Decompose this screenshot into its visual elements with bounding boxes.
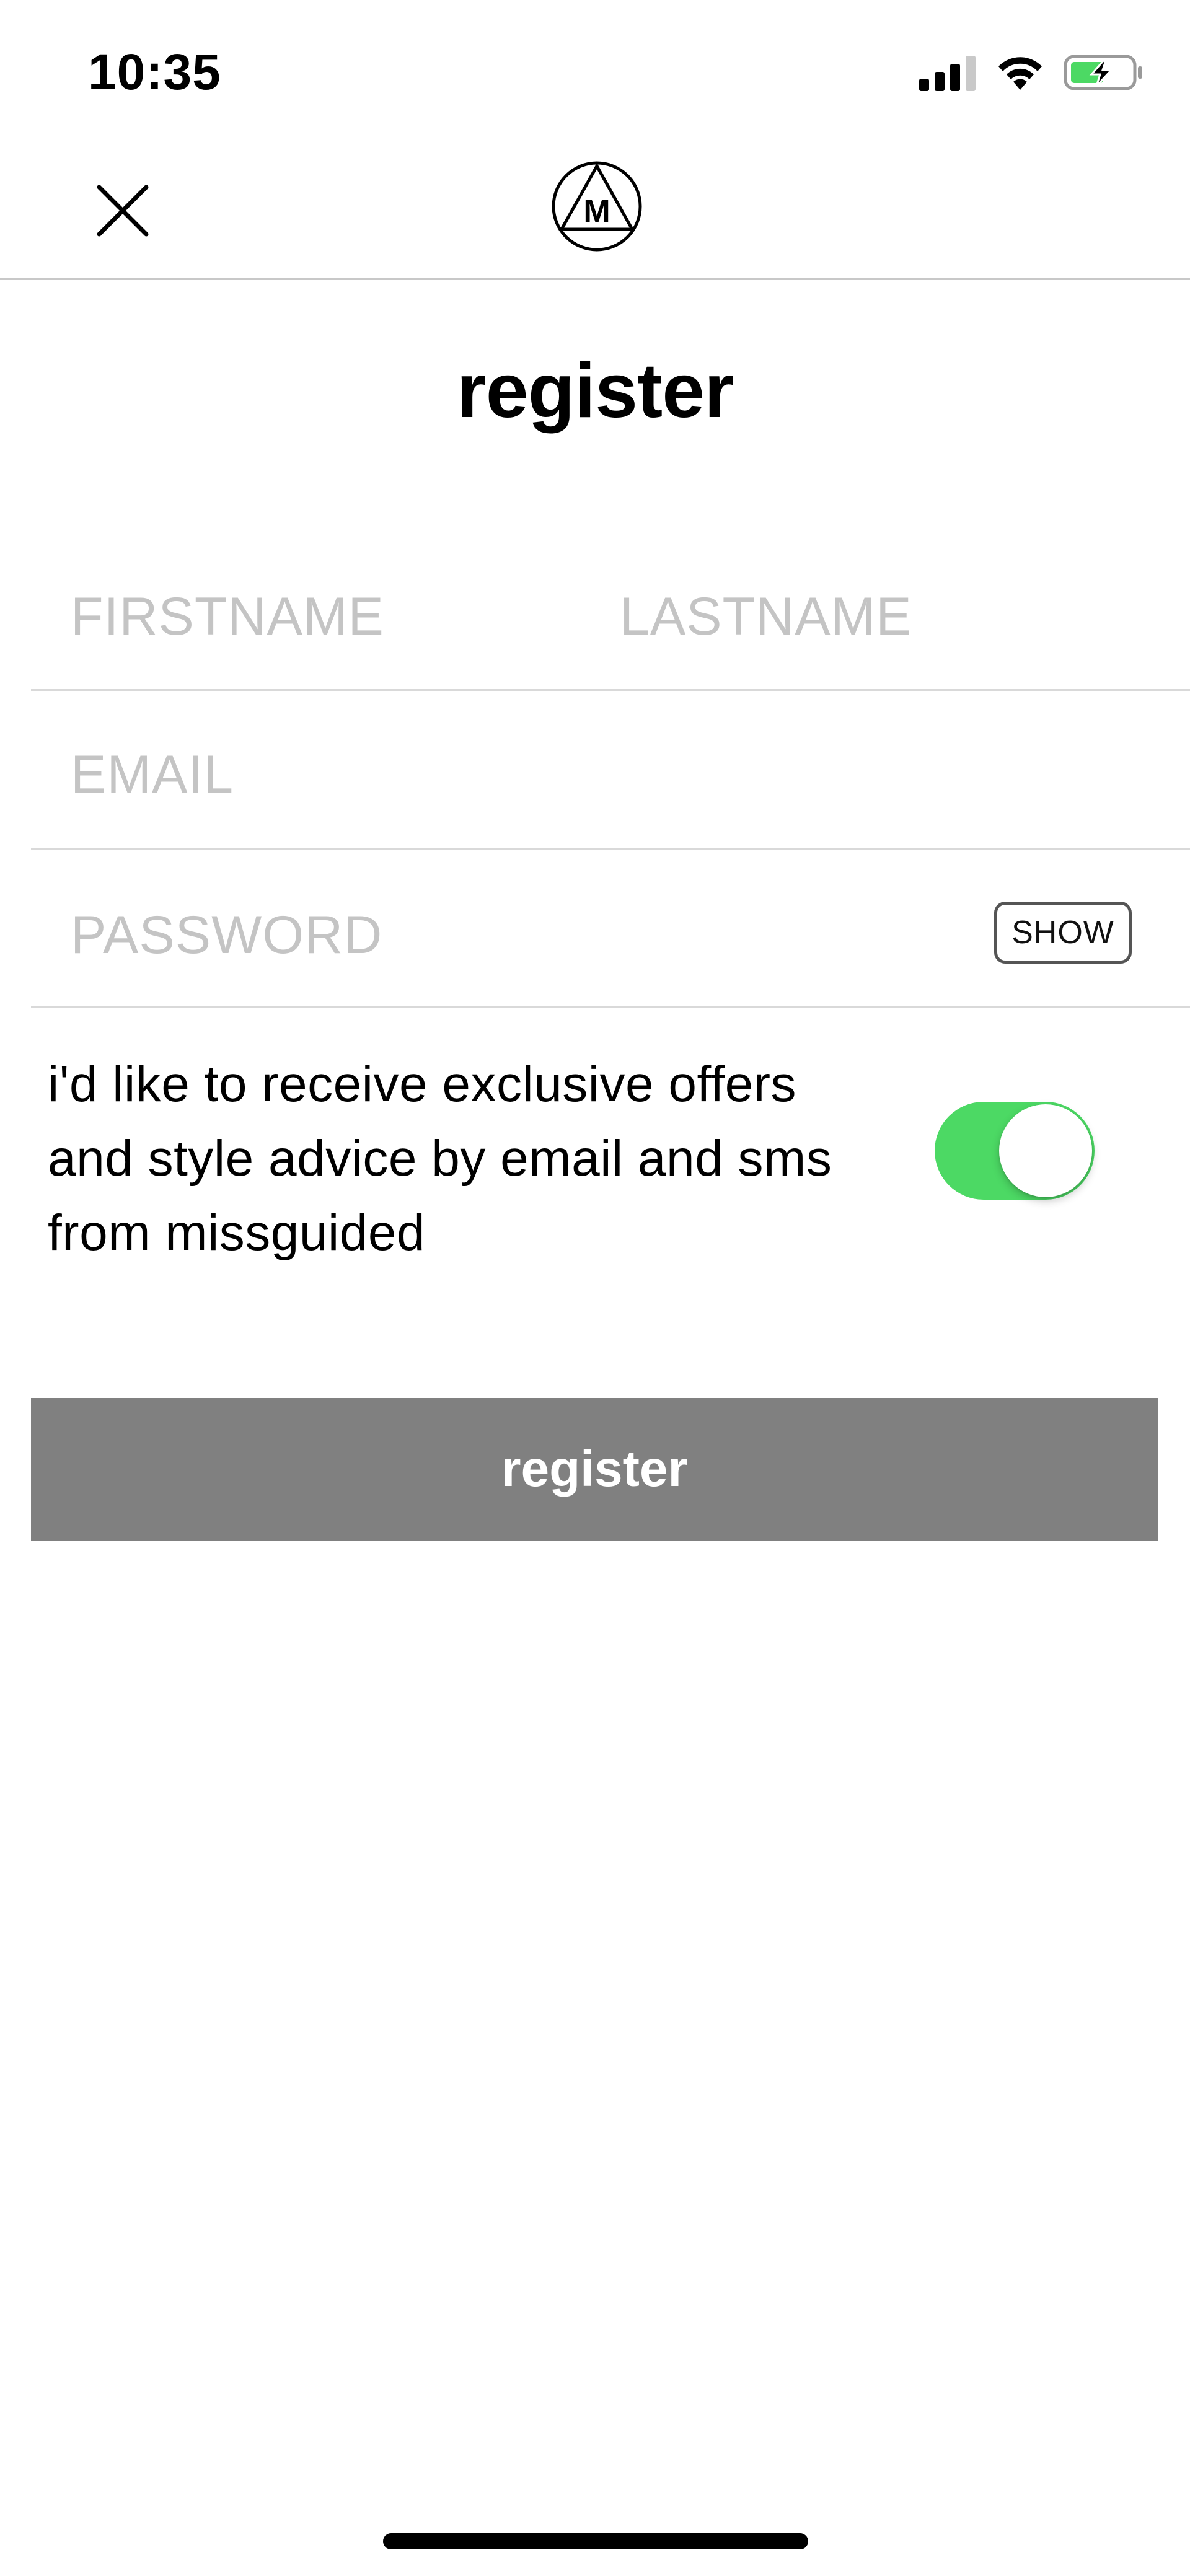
- brand-logo-icon: M: [552, 161, 642, 252]
- close-button[interactable]: [92, 180, 154, 242]
- status-bar: 10:35: [0, 0, 1190, 143]
- password-input[interactable]: [71, 901, 938, 969]
- marketing-consent-toggle[interactable]: [935, 1102, 1095, 1200]
- lastname-input[interactable]: [620, 582, 1116, 651]
- logo-letter: M: [583, 193, 610, 229]
- toggle-knob[interactable]: [999, 1104, 1092, 1197]
- cellular-signal-icon: [919, 56, 976, 91]
- consent-line: and style advice by email and sms: [48, 1130, 832, 1187]
- name-row: [31, 545, 1190, 691]
- show-password-button[interactable]: SHOW: [994, 902, 1132, 964]
- status-time: 10:35: [88, 44, 221, 100]
- brand-logo: M: [552, 161, 642, 252]
- consent-line: from missguided: [48, 1205, 426, 1261]
- register-button[interactable]: register: [31, 1398, 1158, 1541]
- firstname-input[interactable]: [71, 582, 566, 651]
- home-indicator[interactable]: [383, 2533, 808, 2549]
- close-icon: [97, 185, 149, 237]
- consent-line: i'd like to receive exclusive offers: [48, 1056, 797, 1112]
- page-title: register: [456, 348, 734, 434]
- header-bar: M: [0, 143, 1190, 280]
- battery-charging-icon: [1064, 55, 1142, 90]
- password-row: SHOW: [31, 850, 1190, 1008]
- wifi-icon: [998, 57, 1042, 90]
- email-row: [31, 691, 1190, 850]
- email-input[interactable]: [71, 741, 1062, 809]
- status-icons: [919, 51, 1144, 94]
- marketing-consent-text: i'd like to receive exclusive offers and…: [48, 1047, 915, 1270]
